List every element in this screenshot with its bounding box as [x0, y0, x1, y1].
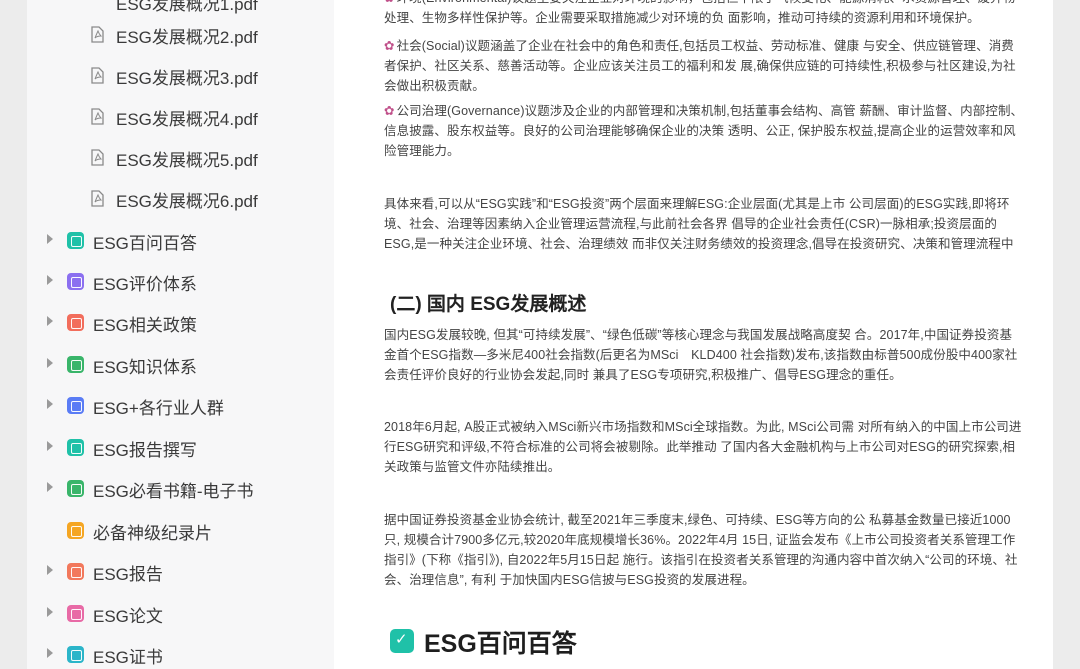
paragraph-governance: ✿ 公司治理(Governance)议题涉及企业的内部管理和决策机制,包括董事会结… [384, 101, 1024, 161]
sidebar-item-documentaries[interactable]: 必备神级纪录片 [27, 510, 334, 551]
expand-caret-icon[interactable] [47, 399, 53, 409]
tulip-icon: ✿ [384, 0, 395, 5]
sidebar-folder-label: ESG论文 [93, 607, 163, 626]
file-item-label: ESG发展概况6.pdf [116, 192, 258, 211]
pdf-file-icon [91, 190, 104, 207]
file-item-esg-overview-3[interactable]: ESG发展概况3.pdf [27, 55, 334, 96]
expand-caret-icon[interactable] [47, 482, 53, 492]
file-item-esg-overview-6[interactable]: ESG发展概况6.pdf [27, 178, 334, 219]
paragraph-social: ✿ 社会(Social)议题涵盖了企业在社会中的角色和责任,包括员工权益、劳动标准… [384, 36, 1024, 96]
folder-page-icon [67, 356, 84, 373]
sidebar-folder-esg-reports[interactable]: ESG报告 [27, 551, 334, 592]
expand-caret-icon[interactable] [47, 565, 53, 575]
sidebar-folder-esg-qa[interactable]: ESG百问百答 [27, 220, 334, 261]
sidebar-folder-label: ESG报告 [93, 565, 163, 584]
folder-page-icon [67, 232, 84, 249]
file-item-esg-overview-5[interactable]: ESG发展概况5.pdf [27, 137, 334, 178]
expand-caret-icon[interactable] [47, 316, 53, 326]
expand-caret-icon[interactable] [47, 275, 53, 285]
section-heading-domestic: (二) 国内 ESG发展概述 [390, 294, 587, 315]
sidebar-folder-label: 必备神级纪录片 [93, 524, 212, 543]
paragraph-text: 环境(Environmental)议题主要关注企业对环境的影响，包括但不限于气候… [384, 0, 1015, 25]
sidebar-folder-esg-policy[interactable]: ESG相关政策 [27, 302, 334, 343]
expand-caret-icon[interactable] [47, 358, 53, 368]
sidebar-folder-label: ESG相关政策 [93, 316, 197, 335]
expand-caret-icon[interactable] [47, 234, 53, 244]
folder-page-icon [67, 646, 84, 663]
paragraph-text: 公司治理(Governance)议题涉及企业的内部管理和决策机制,包括董事会结构… [384, 104, 1024, 158]
file-item-label: ESG发展概况3.pdf [116, 69, 258, 88]
file-item-esg-overview-2[interactable]: ESG发展概况2.pdf [27, 14, 334, 55]
folder-page-icon [67, 273, 84, 290]
sidebar-folder-label: ESG证书 [93, 648, 163, 667]
tulip-icon: ✿ [384, 104, 395, 118]
sidebar-folder-label: ESG必看书籍-电子书 [93, 482, 254, 501]
file-item-label: ESG发展概况4.pdf [116, 110, 258, 129]
paragraph-text: 社会(Social)议题涵盖了企业在社会中的角色和责任,包括员工权益、劳动标准、… [384, 39, 1016, 93]
file-item-label: ESG发展概况2.pdf [116, 28, 258, 47]
folder-page-icon [67, 439, 84, 456]
folder-page-icon [67, 605, 84, 622]
paragraph-detail: 具体来看,可以从“ESG实践”和“ESG投资”两个层面来理解ESG:企业层面(尤… [384, 197, 1014, 251]
sidebar-folder-label: ESG报告撰写 [93, 441, 197, 460]
expand-caret-icon[interactable] [47, 441, 53, 451]
sidebar-folder-esg-rating[interactable]: ESG评价体系 [27, 261, 334, 302]
checklist-icon [390, 629, 414, 653]
sidebar-folder-esg-report-writing[interactable]: ESG报告撰写 [27, 427, 334, 468]
sidebar-folder-label: ESG知识体系 [93, 358, 197, 377]
pdf-file-icon [91, 67, 104, 84]
file-item-esg-overview-4[interactable]: ESG发展概况4.pdf [27, 96, 334, 137]
sidebar-folder-label: ESG百问百答 [93, 234, 197, 253]
sidebar-folder-esg-industries[interactable]: ESG+各行业人群 [27, 385, 334, 426]
folder-page-icon [67, 522, 84, 539]
paragraph-domestic-1: 国内ESG发展较晚, 但其“可持续发展”、“绿色低碳”等核心理念与我国发展战略高… [384, 328, 1018, 382]
paragraph-domestic-3: 据中国证券投资基金业协会统计, 截至2021年三季度末,绿色、可持续、ESG等方… [384, 513, 1018, 587]
sidebar-folder-label: ESG+各行业人群 [93, 399, 224, 418]
file-item-label[interactable]: ESG发展概况1.pdf [116, 0, 258, 15]
file-tree-sidebar: ESG发展概况1.pdf ESG发展概况2.pdf ESG发展概况3.pdf E… [27, 0, 334, 669]
sidebar-folder-esg-books[interactable]: ESG必看书籍-电子书 [27, 468, 334, 509]
sidebar-folder-label: ESG评价体系 [93, 275, 197, 294]
pdf-file-icon [91, 149, 104, 166]
tulip-icon: ✿ [384, 39, 395, 53]
paragraph-domestic-2: 2018年6月起, A股正式被纳入MSci新兴市场指数和MSci全球指数。为此,… [384, 420, 1022, 474]
expand-caret-icon[interactable] [47, 648, 53, 658]
folder-page-icon [67, 563, 84, 580]
folder-page-icon [67, 480, 84, 497]
sidebar-folder-esg-certificates[interactable]: ESG证书 [27, 634, 334, 669]
pdf-file-icon [91, 108, 104, 125]
expand-caret-icon[interactable] [47, 607, 53, 617]
section-heading-qa: ESG百问百答 [424, 630, 577, 658]
sidebar-folder-esg-papers[interactable]: ESG论文 [27, 593, 334, 634]
folder-page-icon [67, 314, 84, 331]
pdf-file-icon [91, 26, 104, 43]
folder-page-icon [67, 397, 84, 414]
sidebar-folder-esg-knowledge[interactable]: ESG知识体系 [27, 344, 334, 385]
file-item-label: ESG发展概况5.pdf [116, 151, 258, 170]
document-view: ✿环境(Environmental)议题主要关注企业对环境的影响，包括但不限于气… [334, 0, 1053, 669]
paragraph-environmental: ✿环境(Environmental)议题主要关注企业对环境的影响，包括但不限于气… [384, 0, 1024, 28]
